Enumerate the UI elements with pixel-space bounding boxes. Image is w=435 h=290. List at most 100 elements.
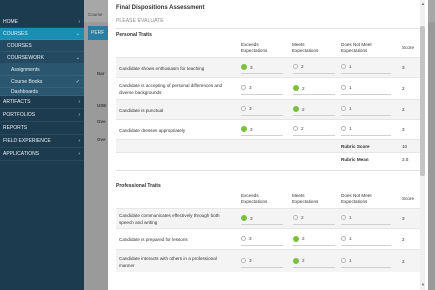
sidebar-item[interactable]: Course Books ✓ <box>0 76 84 88</box>
table-row: Candidate shows enthusiasm for teaching 3… <box>116 57 422 77</box>
scrollbar-thumb[interactable] <box>420 26 425 176</box>
sidebar-item[interactable]: FIELD EXPERIENCE › <box>0 135 84 148</box>
rating-option[interactable]: 3 <box>241 257 252 263</box>
criterion-label: Candidate dresses appropriately <box>119 127 186 133</box>
option-value: 1 <box>349 126 352 131</box>
sidebar-item[interactable]: COURSES <box>0 40 84 52</box>
table-row: Candidate interacts with others in a pro… <box>116 249 422 272</box>
table-row: Candidate dresses appropriately 3 2 1 3 <box>116 119 422 139</box>
rating-option[interactable]: 1 <box>341 106 352 111</box>
rating-option[interactable]: 1 <box>341 126 352 131</box>
radio-button[interactable] <box>293 235 299 242</box>
rating-option[interactable]: 3 <box>241 126 253 132</box>
option-underline <box>341 244 391 246</box>
criterion-label: Candidate communicates effectively throu… <box>119 213 220 225</box>
rating-option[interactable]: 3 <box>241 64 253 70</box>
option-underline <box>241 244 283 246</box>
rating-option[interactable]: 2 <box>293 64 304 69</box>
sidebar-item-label: Assignments <box>11 67 40 73</box>
rating-option[interactable]: 2 <box>293 106 305 112</box>
chevron-icon: › <box>78 138 80 144</box>
sidebar-item[interactable]: HOME › <box>0 16 84 28</box>
radio-button[interactable] <box>241 64 247 70</box>
sidebar-item-label: COURSES <box>3 31 28 37</box>
rating-option[interactable]: 2 <box>293 215 304 220</box>
option-underline <box>241 94 283 95</box>
radio-button[interactable] <box>293 64 298 69</box>
radio-button[interactable] <box>241 85 246 90</box>
background-label-2: USE <box>97 103 107 108</box>
sidebar-item[interactable]: PORTFOLIOS › <box>0 109 84 122</box>
option-value: 3 <box>250 215 253 221</box>
option-underline <box>293 73 335 74</box>
radio-button[interactable] <box>241 235 246 241</box>
radio-button[interactable] <box>293 215 298 220</box>
rating-option[interactable]: 1 <box>341 235 352 241</box>
sidebar-item[interactable]: COURSES ⌄ <box>0 28 84 40</box>
radio-button[interactable] <box>341 235 346 241</box>
instruction-text: PLEASE EVALUATE <box>116 18 164 24</box>
row-score: 2 <box>402 236 405 242</box>
rating-option[interactable]: 3 <box>241 85 252 90</box>
column-header: Exceeds Expectations <box>241 193 268 204</box>
sidebar-item[interactable]: Assignments <box>0 64 84 76</box>
radio-button[interactable] <box>241 215 247 221</box>
sidebar-item[interactable]: COURSEWORK ⌄ <box>0 52 84 64</box>
rating-option[interactable]: 3 <box>241 215 253 221</box>
radio-button[interactable] <box>293 85 299 91</box>
radio-button[interactable] <box>293 106 299 112</box>
option-underline <box>293 115 335 116</box>
radio-button[interactable] <box>341 85 346 90</box>
option-underline <box>241 266 283 268</box>
radio-button[interactable] <box>241 126 247 132</box>
radio-button[interactable] <box>293 257 299 264</box>
rating-option[interactable]: 3 <box>241 235 252 241</box>
scroll-down-icon[interactable]: ▼ <box>421 282 425 287</box>
row-score: 2 <box>402 107 405 112</box>
summary-row: Rubric Mean 2.5 <box>116 152 422 165</box>
option-value: 2 <box>302 236 305 241</box>
radio-button[interactable] <box>241 106 246 111</box>
option-underline <box>241 115 283 116</box>
option-underline <box>341 135 391 136</box>
option-underline <box>293 94 335 95</box>
rating-option[interactable]: 2 <box>293 126 304 131</box>
sidebar-item[interactable]: ARTIFACTS › <box>0 96 84 109</box>
row-score: 3 <box>402 216 405 221</box>
rating-option[interactable]: 2 <box>293 257 305 264</box>
radio-button[interactable] <box>241 257 246 263</box>
section-title: Professional Traits <box>116 183 161 189</box>
radio-button[interactable] <box>341 64 346 69</box>
summary-value: 2.5 <box>402 157 409 162</box>
option-underline <box>341 94 391 95</box>
radio-button[interactable] <box>293 126 298 131</box>
option-value: 1 <box>349 215 352 220</box>
background-label-3: Ove <box>97 119 106 124</box>
option-value: 3 <box>249 257 252 263</box>
sidebar-item[interactable]: REPORTS <box>0 122 84 135</box>
rating-option[interactable]: 1 <box>341 85 352 90</box>
option-value: 3 <box>249 85 252 90</box>
rating-option[interactable]: 1 <box>341 257 352 263</box>
rating-option[interactable]: 3 <box>241 106 252 111</box>
breadcrumb: Course <box>88 12 103 17</box>
option-value: 2 <box>301 215 304 220</box>
check-icon: ✓ <box>75 79 80 85</box>
scroll-up-icon[interactable]: ▲ <box>421 1 425 6</box>
criterion-label: Candidate is prepared for lessons <box>119 237 188 242</box>
rating-option[interactable]: 1 <box>341 215 352 220</box>
radio-button[interactable] <box>341 106 346 111</box>
radio-button[interactable] <box>341 257 346 263</box>
rating-option[interactable]: 2 <box>293 85 305 91</box>
radio-button[interactable] <box>341 215 346 220</box>
sidebar-item-label: COURSES <box>7 43 32 49</box>
sidebar-item[interactable]: Dashboards <box>0 88 84 96</box>
table-row: Candidate is punctual 3 2 1 2 <box>116 99 422 119</box>
option-value: 2 <box>301 126 304 131</box>
rating-option[interactable]: 2 <box>293 235 305 242</box>
radio-button[interactable] <box>341 126 346 131</box>
app-root: HOME › COURSES ⌄ COURSES COURSEWORK ⌄ Assignmen… <box>0 0 435 290</box>
sidebar-item[interactable]: APPLICATIONS › <box>0 148 84 161</box>
criterion-label: Candidate interacts with others in a pro… <box>119 255 217 268</box>
rating-option[interactable]: 1 <box>341 64 352 69</box>
